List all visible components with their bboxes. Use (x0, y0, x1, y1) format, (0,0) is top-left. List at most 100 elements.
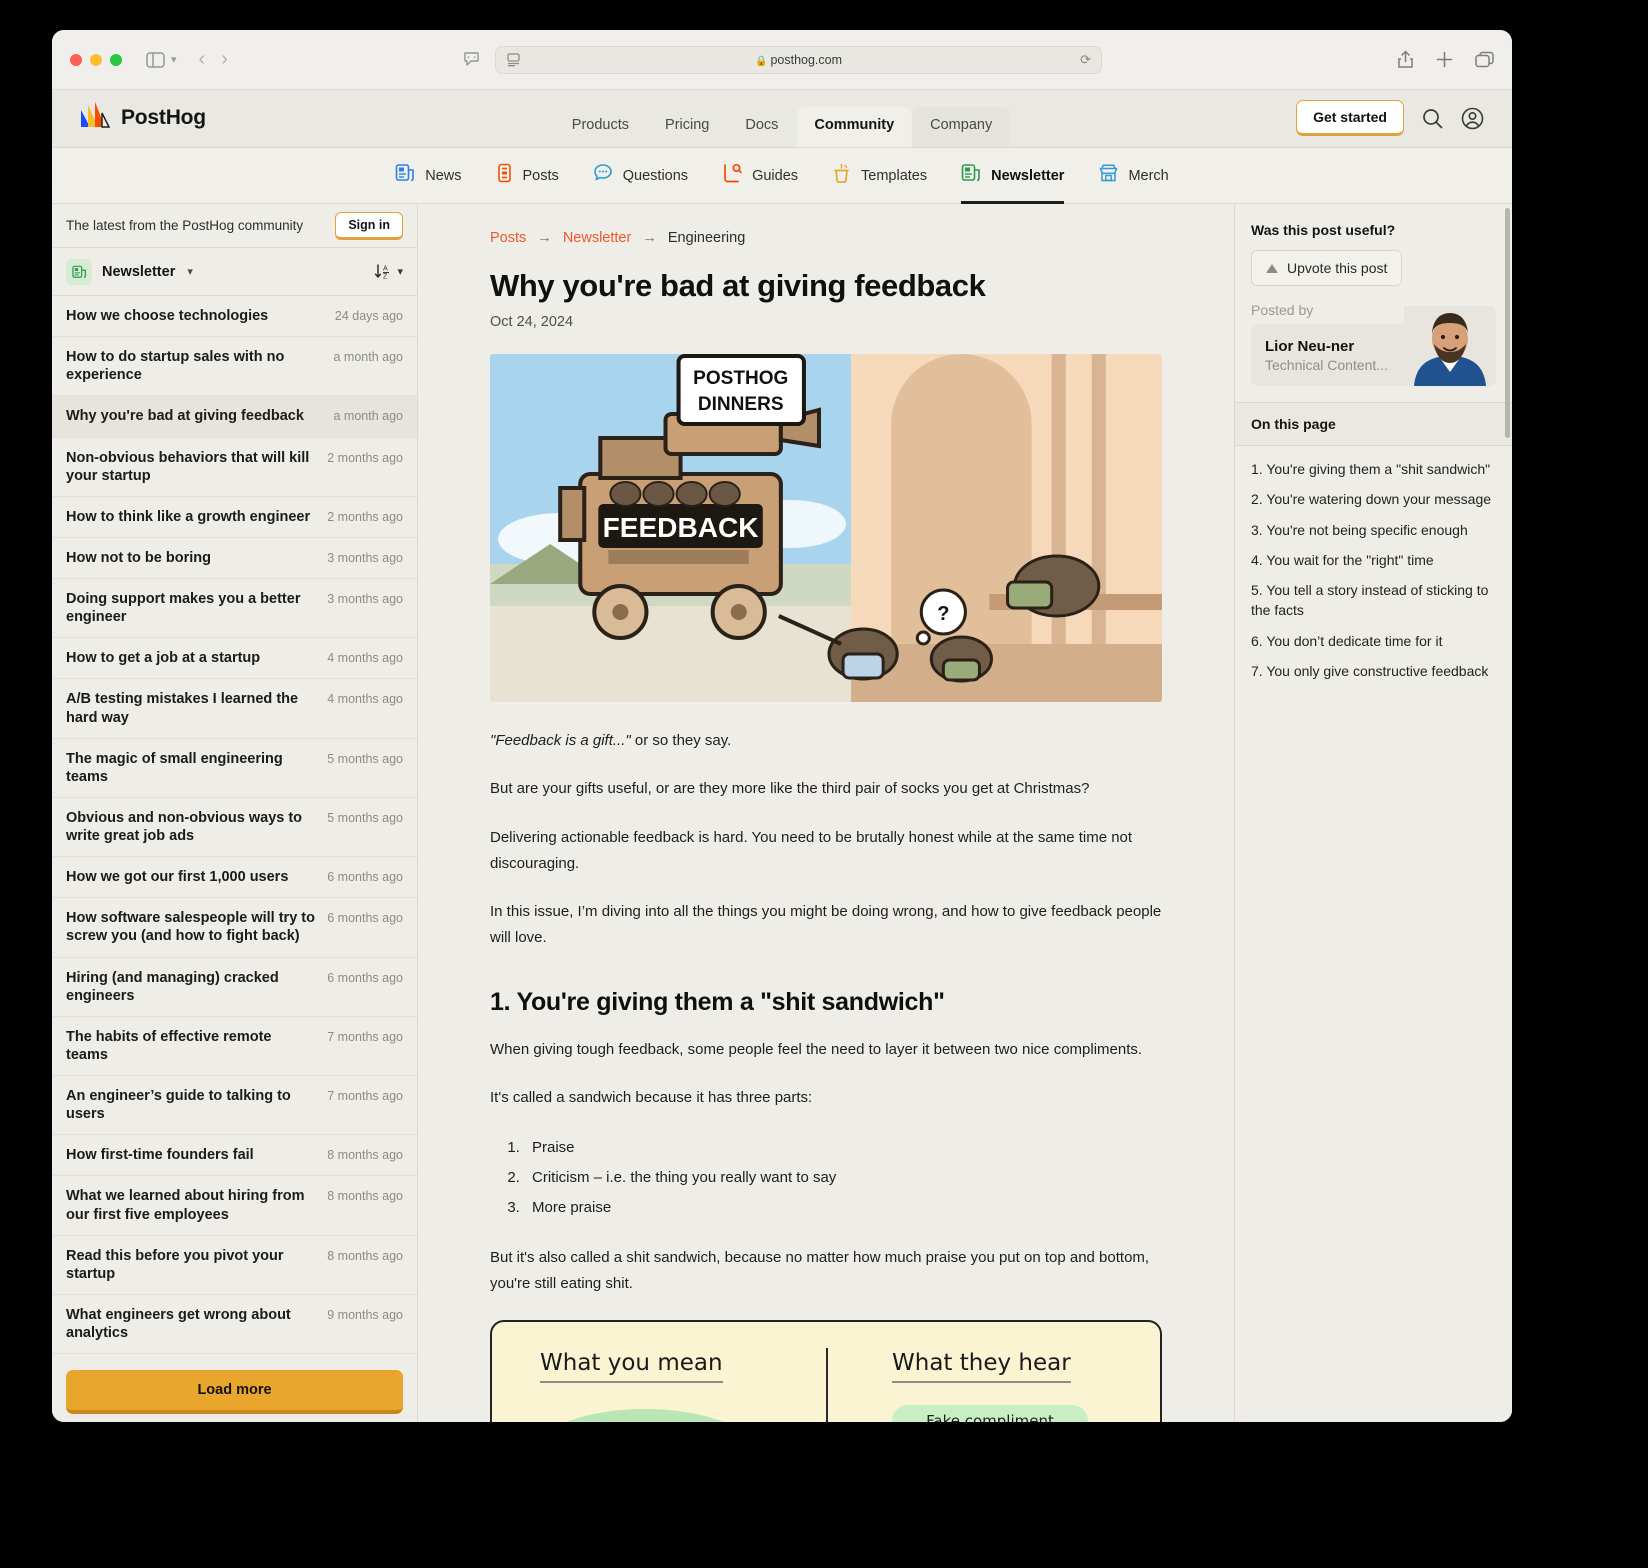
post-title: Non-obvious behaviors that will kill you… (66, 449, 315, 485)
list-item[interactable]: Hiring (and managing) cracked engineers6… (52, 958, 417, 1017)
post-date: 7 months ago (327, 1028, 403, 1044)
subnav-label: Posts (523, 168, 559, 184)
toc-item[interactable]: 4. You wait for the "right" time (1251, 550, 1496, 570)
guides-icon (722, 163, 743, 188)
list-item[interactable]: Doing support makes you a better enginee… (52, 579, 417, 638)
toc-item[interactable]: 3. You're not being specific enough (1251, 520, 1496, 540)
list-item[interactable]: How we got our first 1,000 users6 months… (52, 857, 417, 898)
toc-item[interactable]: 7. You only give constructive feedback (1251, 661, 1496, 681)
nav-tab-docs[interactable]: Docs (727, 107, 796, 147)
list-item[interactable]: How to get a job at a startup4 months ag… (52, 638, 417, 679)
subnav-item-templates[interactable]: Templates (832, 148, 927, 204)
sidebar-tagline: The latest from the PostHog community (66, 218, 303, 233)
nav-tab-company[interactable]: Company (912, 107, 1010, 147)
breadcrumb-engineering: Engineering (668, 230, 745, 246)
sidebar-toggle-icon[interactable] (146, 52, 165, 68)
list-item[interactable]: Read this before you pivot your startup 8… (52, 1236, 417, 1295)
list-item[interactable]: What we learned about hiring from our fi… (52, 1176, 417, 1235)
svg-text:DINNERS: DINNERS (698, 394, 784, 415)
list-item[interactable]: How software salespeople will try to scr… (52, 898, 417, 957)
chevron-down-icon[interactable]: ▾ (187, 265, 193, 278)
search-icon[interactable] (1422, 108, 1443, 129)
list-item[interactable]: The habits of effective remote teams7 mo… (52, 1017, 417, 1076)
back-button[interactable]: ‹ (199, 48, 206, 71)
post-date: 5 months ago (327, 809, 403, 825)
main-nav: Products Pricing Docs Community Company (554, 107, 1010, 147)
post-title: Obvious and non-obvious ways to write gr… (66, 809, 315, 845)
breadcrumb-posts[interactable]: Posts (490, 230, 526, 246)
subnav-label: Newsletter (991, 168, 1064, 184)
list-item[interactable]: An engineer’s guide to talking to users7… (52, 1076, 417, 1135)
sort-control[interactable]: A Z ▾ (374, 263, 403, 281)
post-date: 24 days ago (335, 307, 403, 323)
get-started-button[interactable]: Get started (1296, 100, 1404, 136)
post-date: 6 months ago (327, 868, 403, 884)
subnav-item-newsletter[interactable]: Newsletter (961, 148, 1064, 204)
toc-item[interactable]: 2. You're watering down your message (1251, 489, 1496, 509)
tabs-overview-icon[interactable] (1475, 51, 1494, 68)
sign-in-button[interactable]: Sign in (335, 212, 403, 240)
list-item[interactable]: How we choose technologies24 days ago (52, 296, 417, 337)
thought-bubble-text: ? (937, 603, 949, 625)
list-item[interactable]: What engineers get wrong about analytics… (52, 1295, 417, 1354)
upvote-button[interactable]: Upvote this post (1251, 250, 1402, 286)
scrollbar-thumb[interactable] (1505, 208, 1510, 438)
list-item[interactable]: Non-obvious behaviors that will kill you… (52, 438, 417, 497)
sidebar-category-bar: Newsletter ▾ A Z ▾ (52, 248, 417, 296)
share-icon[interactable] (1397, 50, 1414, 69)
chevron-down-icon[interactable]: ▾ (171, 53, 177, 66)
nav-tab-products[interactable]: Products (554, 107, 647, 147)
on-this-page-heading: On this page (1235, 402, 1512, 446)
diagram-left-heading: What you mean (540, 1350, 723, 1383)
minimize-window-button[interactable] (90, 54, 102, 66)
account-icon[interactable] (1461, 107, 1484, 130)
list-item[interactable]: How not to be boring3 months ago (52, 538, 417, 579)
nav-tab-community[interactable]: Community (796, 107, 912, 147)
mean-vs-hear-diagram: What you mean Genuine compliment What th… (490, 1320, 1162, 1423)
breadcrumb-newsletter[interactable]: Newsletter (563, 230, 632, 246)
toc-item[interactable]: 5. You tell a story instead of sticking … (1251, 580, 1496, 621)
toc-item[interactable]: 1. You're giving them a "shit sandwich" (1251, 459, 1496, 479)
list-item[interactable]: How first-time founders fail8 months ago (52, 1135, 417, 1176)
window-controls (70, 54, 122, 66)
paragraph-2: But are your gifts useful, or are they m… (490, 776, 1162, 802)
subnav-item-guides[interactable]: Guides (722, 148, 798, 204)
close-window-button[interactable] (70, 54, 82, 66)
plus-icon[interactable] (1436, 51, 1453, 68)
subnav-item-merch[interactable]: Merch (1098, 148, 1168, 204)
post-date: 8 months ago (327, 1247, 403, 1263)
paragraph-4: In this issue, I’m diving into all the t… (490, 899, 1162, 952)
post-title: How to get a job at a startup (66, 649, 315, 667)
post-date: 3 months ago (327, 590, 403, 606)
toc-item[interactable]: 6. You don’t dedicate time for it (1251, 631, 1496, 651)
load-more-button[interactable]: Load more (66, 1370, 403, 1414)
post-date: a month ago (334, 407, 404, 423)
brand-name: PostHog (121, 106, 206, 130)
subnav-item-news[interactable]: News (395, 148, 461, 204)
nav-tab-pricing[interactable]: Pricing (647, 107, 727, 147)
list-item[interactable]: Obvious and non-obvious ways to write gr… (52, 798, 417, 857)
section-heading-1: 1. You're giving them a "shit sandwich" (490, 988, 1162, 1017)
brand-logo[interactable]: PostHog (80, 101, 206, 147)
load-more-wrap: Load more (52, 1354, 417, 1422)
forward-button[interactable]: › (221, 48, 228, 71)
post-date: 2 months ago (327, 449, 403, 465)
post-list: How we choose technologies24 days ago Ho… (52, 296, 417, 1354)
translate-icon[interactable] (462, 51, 481, 68)
post-title: Read this before you pivot your startup (66, 1247, 315, 1283)
reload-icon[interactable]: ⟳ (1080, 52, 1091, 68)
list-item[interactable]: How to think like a growth engineer2 mon… (52, 497, 417, 538)
address-bar[interactable]: 🔒posthog.com ⟳ (495, 46, 1102, 74)
post-title: Doing support makes you a better enginee… (66, 590, 315, 626)
subnav-item-questions[interactable]: Questions (593, 148, 688, 204)
maximize-window-button[interactable] (110, 54, 122, 66)
chevron-down-icon: ▾ (397, 265, 403, 278)
list-item[interactable]: The magic of small engineering teams5 mo… (52, 739, 417, 798)
list-item[interactable]: A/B testing mistakes I learned the hard … (52, 679, 417, 738)
diagram-right-blob-1: Fake compliment (892, 1405, 1088, 1423)
avatar (1404, 306, 1496, 386)
subnav-item-posts[interactable]: Posts (496, 148, 559, 204)
list-item-current[interactable]: Why you're bad at giving feedbacka month… (52, 396, 417, 437)
author-card[interactable]: Lior Neu-ner Technical Content... (1251, 324, 1496, 386)
list-item[interactable]: How to do startup sales with no experien… (52, 337, 417, 396)
